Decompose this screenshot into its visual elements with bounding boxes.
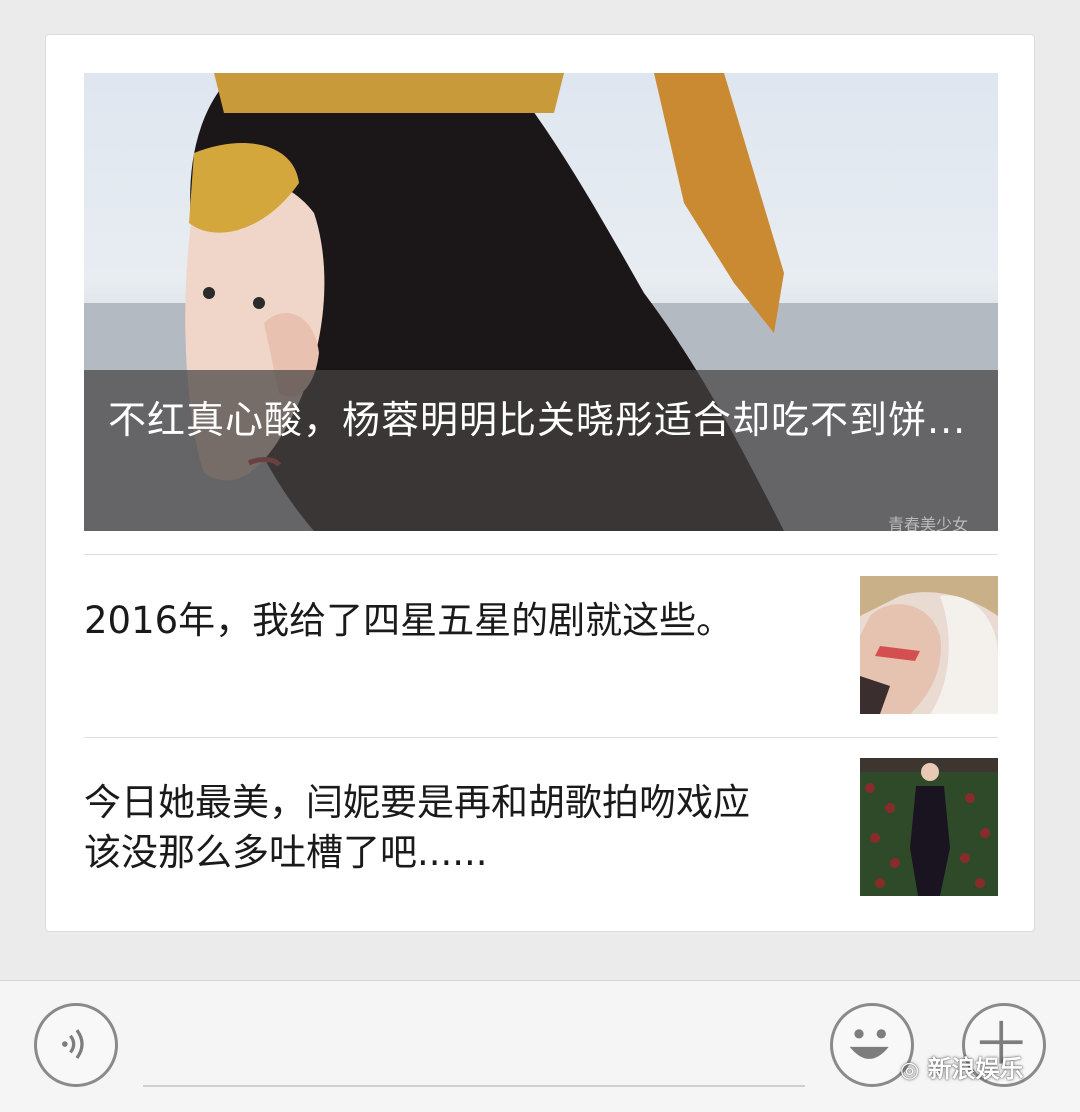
article-thumbnail xyxy=(860,576,998,714)
voice-button[interactable] xyxy=(34,1003,118,1087)
hero-watermark: 青春美少女 xyxy=(887,515,968,531)
voice-icon xyxy=(62,1029,84,1059)
thumbnail-image xyxy=(860,758,998,896)
chat-input-bar: ◎ 新浪娱乐 xyxy=(0,980,1080,1112)
article-card: 不红真心酸，杨蓉明明比关晓彤适合却吃不到饼... 青春美少女 2016年，我给了… xyxy=(45,34,1035,932)
article-title: 今日她最美，闫妮要是再和胡歌拍吻戏应该没那么多吐槽了吧...... xyxy=(84,781,750,874)
article-row[interactable]: 今日她最美，闫妮要是再和胡歌拍吻戏应该没那么多吐槽了吧...... xyxy=(84,758,998,898)
message-input[interactable] xyxy=(143,1085,805,1087)
thumbnail-image xyxy=(860,576,998,714)
hero-title: 不红真心酸，杨蓉明明比关晓彤适合却吃不到饼... xyxy=(108,398,967,442)
article-title: 2016年，我给了四星五星的剧就这些。 xyxy=(84,599,734,642)
article-thumbnail xyxy=(860,758,998,896)
article-row[interactable]: 2016年，我给了四星五星的剧就这些。 xyxy=(84,576,998,716)
divider xyxy=(84,737,998,738)
brand-watermark: ◎ 新浪娱乐 xyxy=(900,1055,1024,1083)
hero-article[interactable]: 不红真心酸，杨蓉明明比关晓彤适合却吃不到饼... 青春美少女 xyxy=(84,73,998,531)
weibo-logo-icon: ◎ xyxy=(900,1058,920,1083)
divider xyxy=(84,554,998,555)
